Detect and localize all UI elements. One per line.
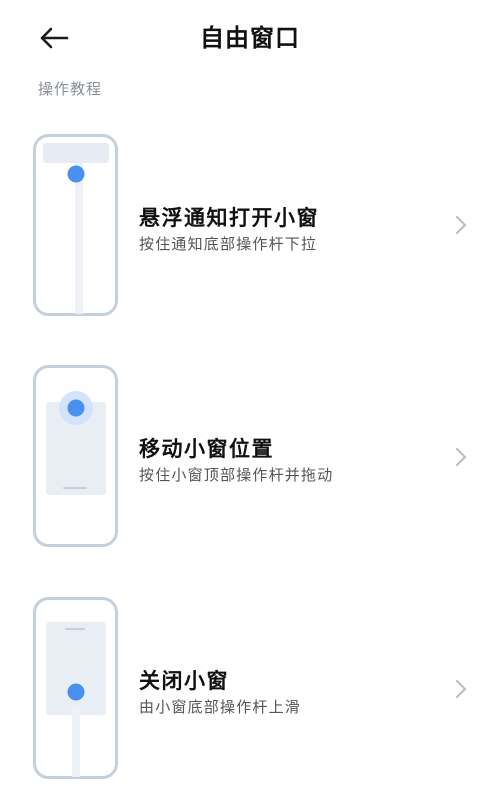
item-subtitle: 按住小窗顶部操作杆并拖动 [139, 466, 334, 484]
phone-notification-drag-down-illustration [33, 134, 118, 316]
chevron-right-icon [450, 442, 472, 472]
item-title: 悬浮通知打开小窗 [139, 206, 319, 230]
item-subtitle: 由小窗底部操作杆上滑 [139, 698, 302, 716]
phone-window-close-illustration [33, 597, 118, 779]
tutorial-item-notification-to-window[interactable]: 悬浮通知打开小窗 按住通知底部操作杆下拉 [0, 120, 500, 330]
page-title: 自由窗口 [200, 24, 300, 52]
chevron-right-icon [450, 674, 472, 704]
item-title: 移动小窗位置 [139, 437, 274, 461]
tutorial-item-close-window[interactable]: 关闭小窗 由小窗底部操作杆上滑 [0, 585, 500, 795]
section-label: 操作教程 [38, 80, 103, 98]
chevron-right-icon [450, 210, 472, 240]
item-title: 关闭小窗 [139, 669, 229, 693]
item-subtitle: 按住通知底部操作杆下拉 [139, 235, 318, 253]
header: 自由窗口 [0, 0, 500, 76]
tutorial-item-move-window[interactable]: 移动小窗位置 按住小窗顶部操作杆并拖动 [0, 350, 500, 560]
phone-window-move-illustration [33, 365, 118, 547]
